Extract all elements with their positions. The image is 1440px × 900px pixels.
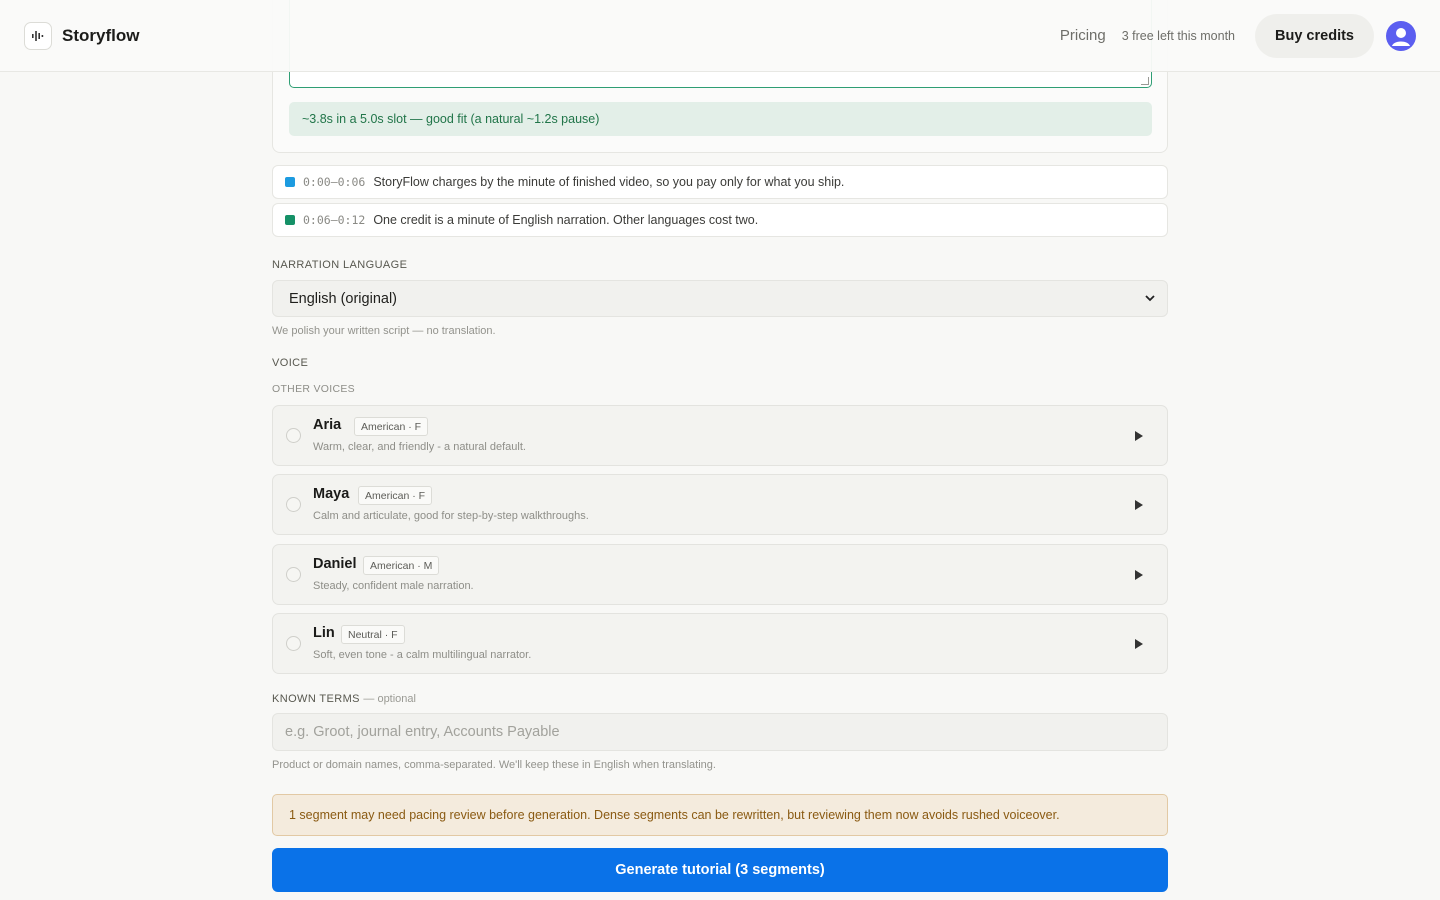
play-icon[interactable] bbox=[1135, 570, 1143, 580]
header-actions: Pricing 3 free left this month Buy credi… bbox=[1060, 13, 1416, 58]
voice-description: Warm, clear, and friendly - a natural de… bbox=[313, 441, 526, 453]
voice-radio[interactable] bbox=[286, 567, 301, 582]
voice-option-daniel[interactable]: Daniel American · M Steady, confident ma… bbox=[272, 544, 1168, 605]
pace-status-banner: ~3.8s in a 5.0s slot — good fit (a natur… bbox=[289, 102, 1152, 136]
voice-radio[interactable] bbox=[286, 636, 301, 651]
voice-name: Aria bbox=[313, 417, 342, 433]
segment-row[interactable]: 0:00–0:06 StoryFlow charges by the minut… bbox=[272, 165, 1168, 199]
generate-tutorial-button[interactable]: Generate tutorial (3 segments) bbox=[272, 848, 1168, 892]
voice-accent-tag: American · F bbox=[358, 486, 433, 505]
brand-name: Storyflow bbox=[62, 25, 140, 45]
resize-handle-icon[interactable] bbox=[1141, 77, 1149, 85]
voice-option-maya[interactable]: Maya American · F Calm and articulate, g… bbox=[272, 474, 1168, 535]
segment-row[interactable]: 0:06–0:12 One credit is a minute of Engl… bbox=[272, 203, 1168, 237]
voice-description: Soft, even tone - a calm multilingual na… bbox=[313, 649, 532, 661]
segment-timecode: 0:06–0:12 bbox=[303, 213, 366, 227]
voice-description: Calm and articulate, good for step-by-st… bbox=[313, 510, 589, 522]
voice-label: VOICE bbox=[272, 357, 309, 369]
free-credits-status: 3 free left this month bbox=[1121, 28, 1236, 43]
segment-text: One credit is a minute of English narrat… bbox=[373, 213, 759, 227]
pricing-link[interactable]: Pricing bbox=[1060, 27, 1106, 44]
pacing-warning-banner: 1 segment may need pacing review before … bbox=[272, 794, 1168, 836]
known-terms-input[interactable] bbox=[272, 713, 1168, 751]
segment-timecode: 0:00–0:06 bbox=[303, 175, 366, 189]
voice-name: Maya bbox=[313, 486, 350, 502]
avatar[interactable] bbox=[1386, 20, 1416, 51]
play-icon[interactable] bbox=[1135, 500, 1143, 510]
voice-option-aria[interactable]: Aria American · F Warm, clear, and frien… bbox=[272, 405, 1168, 466]
other-voices-label: OTHER VOICES bbox=[272, 383, 355, 395]
known-terms-label: KNOWN TERMS — optional bbox=[272, 693, 416, 705]
voice-radio[interactable] bbox=[286, 497, 301, 512]
segment-color-marker bbox=[285, 215, 295, 225]
known-terms-hint: Product or domain names, comma-separated… bbox=[272, 759, 716, 771]
voice-accent-tag: American · M bbox=[363, 556, 440, 575]
voice-description: Steady, confident male narration. bbox=[313, 580, 474, 592]
buy-credits-button[interactable]: Buy credits bbox=[1255, 13, 1374, 58]
voice-accent-tag: American · F bbox=[354, 417, 429, 436]
voice-name: Daniel bbox=[313, 556, 357, 572]
play-icon[interactable] bbox=[1135, 639, 1143, 649]
brand[interactable]: Storyflow bbox=[24, 21, 140, 50]
chevron-down-icon bbox=[1145, 295, 1155, 302]
user-icon bbox=[1392, 27, 1410, 46]
narration-language-label: NARRATION LANGUAGE bbox=[272, 259, 408, 271]
voice-accent-tag: Neutral · F bbox=[341, 625, 405, 644]
segment-text: StoryFlow charges by the minute of finis… bbox=[373, 175, 845, 189]
voice-name: Lin bbox=[313, 625, 335, 641]
selected-language: English (original) bbox=[289, 290, 397, 307]
voice-option-lin[interactable]: Lin Neutral · F Soft, even tone - a calm… bbox=[272, 613, 1168, 674]
segment-color-marker bbox=[285, 177, 295, 187]
narration-language-hint: We polish your written script — no trans… bbox=[272, 325, 496, 337]
play-icon[interactable] bbox=[1135, 431, 1143, 441]
voice-radio[interactable] bbox=[286, 428, 301, 443]
waveform-logo-icon bbox=[24, 21, 52, 50]
optional-marker: — optional bbox=[363, 693, 416, 705]
narration-language-select[interactable]: English (original) bbox=[272, 280, 1168, 317]
top-header: Storyflow Pricing 3 free left this month… bbox=[0, 0, 1440, 72]
known-terms-title: KNOWN TERMS bbox=[272, 693, 360, 705]
